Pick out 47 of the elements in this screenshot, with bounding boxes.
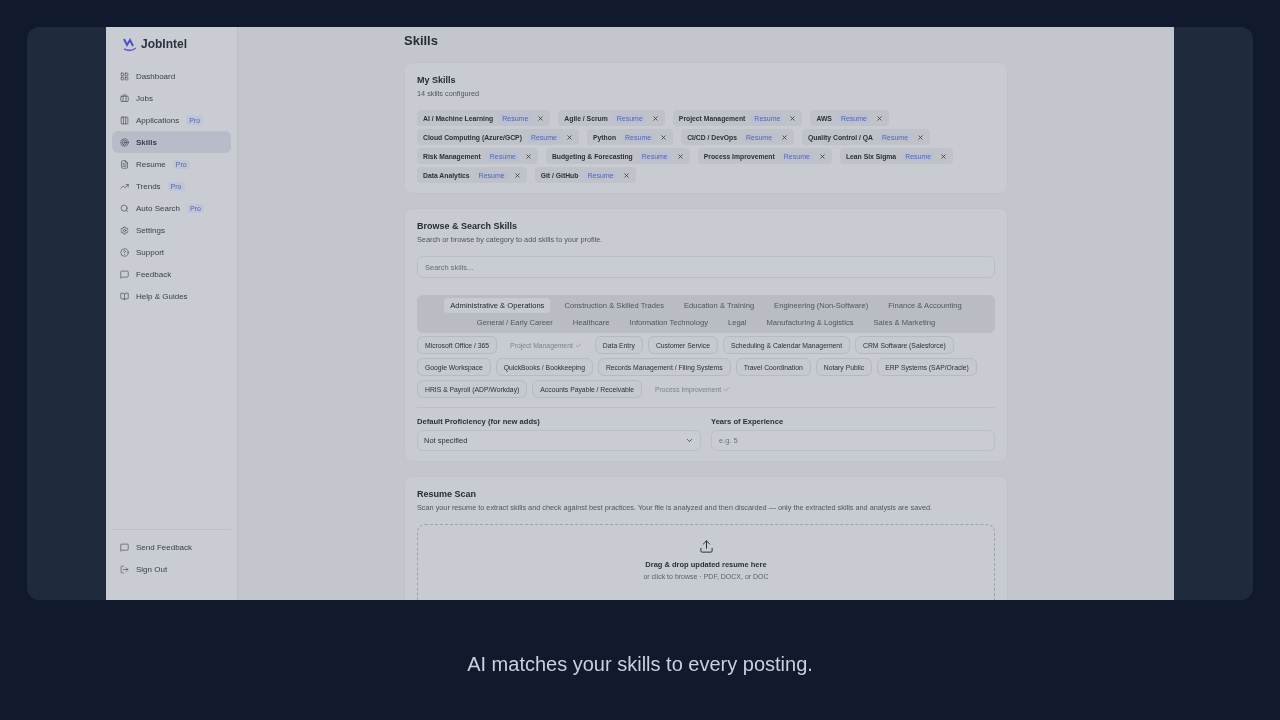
card-title: Browse & Search Skills [417,221,519,231]
close-icon[interactable] [513,171,521,179]
nav-item[interactable]: Skills [112,131,231,153]
dashboard-icon [120,71,129,81]
settings-icon [120,225,129,235]
chevron-down-icon [685,436,694,445]
close-icon[interactable] [622,171,630,179]
check-icon [723,385,731,393]
chat-icon [120,542,129,552]
close-icon[interactable] [676,152,684,160]
columns-icon [120,115,129,125]
nav-item[interactable]: Sign Out [112,558,231,580]
trend-icon [120,181,129,191]
nav-item[interactable]: Dashboard [112,65,231,87]
help-icon [120,247,129,257]
nav-item[interactable]: Help & Guides [112,285,231,307]
book-icon [120,291,129,301]
caption: AI matches your skills to every posting. [467,653,813,676]
chat-icon [120,269,129,279]
search-icon [120,203,129,213]
document-icon [120,159,129,169]
nav-item[interactable]: Jobs [112,87,231,109]
close-icon[interactable] [818,152,826,160]
close-icon[interactable] [660,133,668,141]
close-icon[interactable] [875,114,883,122]
close-icon[interactable] [524,152,532,160]
check-icon [574,341,582,349]
close-icon[interactable] [917,133,925,141]
nav-item[interactable]: Settings [112,219,231,241]
card-title: Resume Scan [417,489,478,499]
nav-item[interactable]: Feedback [112,263,231,285]
card-title: My Skills [417,75,457,85]
upload-icon [698,539,714,554]
close-icon[interactable] [781,133,789,141]
sign-out-icon [120,564,129,574]
close-icon[interactable] [940,152,948,160]
close-icon[interactable] [566,133,573,141]
logo-icon [122,36,138,52]
logo-text: JobIntel [141,37,187,51]
close-icon[interactable] [651,114,659,122]
close-icon[interactable] [537,114,545,122]
nav-item[interactable]: Support [112,241,231,263]
page-title: Skills [404,33,439,48]
nav-item[interactable]: Send Feedback [112,536,231,558]
target-icon [120,137,129,147]
briefcase-icon [120,93,129,103]
close-icon[interactable] [789,114,797,122]
